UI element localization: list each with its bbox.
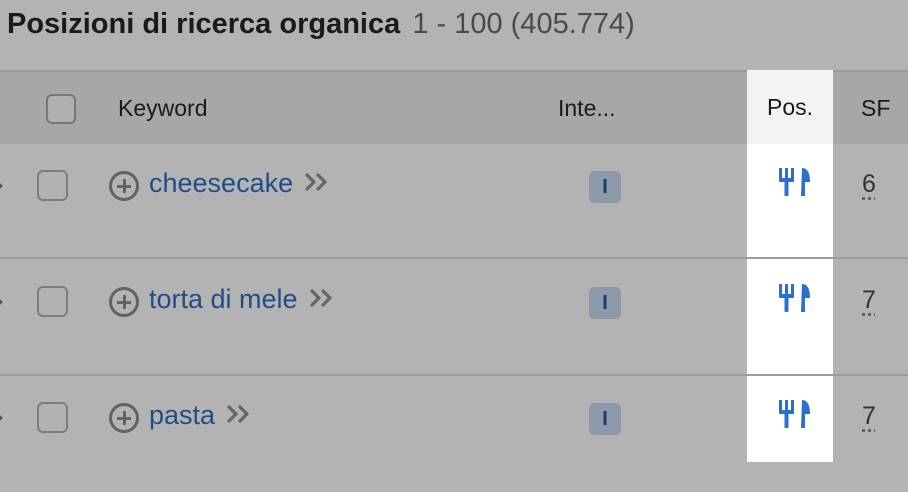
expand-icon[interactable] xyxy=(0,412,3,424)
expand-icon[interactable] xyxy=(0,296,3,308)
header-intent[interactable]: Inte... xyxy=(558,72,616,144)
chevron-double-right-icon[interactable] xyxy=(227,400,253,431)
sf-count[interactable]: 7 xyxy=(862,286,876,315)
page-title: Posizioni di ricerca organica 1 - 100 (4… xyxy=(7,8,635,41)
keyword-link[interactable]: pasta xyxy=(149,400,215,431)
row-divider xyxy=(0,257,908,259)
add-keyword-icon[interactable] xyxy=(109,171,139,201)
intent-badge: I xyxy=(589,403,621,435)
sf-count[interactable]: 7 xyxy=(862,402,876,431)
intent-badge: I xyxy=(589,171,621,203)
intent-badge: I xyxy=(589,287,621,319)
add-keyword-icon[interactable] xyxy=(109,403,139,433)
sf-count[interactable]: 6 xyxy=(862,170,876,199)
row-checkbox[interactable] xyxy=(37,286,68,317)
keyword-link[interactable]: torta di mele xyxy=(149,284,298,315)
header-keyword[interactable]: Keyword xyxy=(118,72,207,144)
restaurant-icon xyxy=(777,282,813,319)
add-keyword-icon[interactable] xyxy=(109,287,139,317)
table-row: torta di mele I 7 xyxy=(0,260,908,376)
expand-icon[interactable] xyxy=(0,180,3,192)
table-row: pasta I 7 xyxy=(0,376,908,492)
keyword-link[interactable]: cheesecake xyxy=(149,168,293,199)
chevron-double-right-icon[interactable] xyxy=(305,168,331,199)
chevron-double-right-icon[interactable] xyxy=(309,284,336,315)
title-main: Posizioni di ricerca organica xyxy=(7,8,401,40)
select-all-checkbox[interactable] xyxy=(46,94,76,124)
header-position[interactable]: Pos. xyxy=(747,70,833,144)
header-sf[interactable]: SF xyxy=(861,72,890,144)
row-checkbox[interactable] xyxy=(37,170,68,201)
restaurant-icon xyxy=(777,398,813,435)
restaurant-icon xyxy=(777,166,813,203)
row-checkbox[interactable] xyxy=(37,402,68,433)
title-range: 1 - 100 (405.774) xyxy=(412,8,635,40)
table-row: cheesecake I 6 xyxy=(0,144,908,260)
